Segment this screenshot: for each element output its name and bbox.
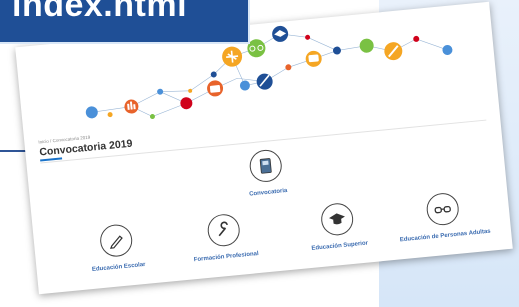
item-label: Educación de Personas Adultas (399, 228, 491, 244)
item-label: Educación Superior (311, 240, 369, 252)
item-formacion-profesional[interactable]: Formación Profesional (172, 210, 276, 266)
graduation-cap-icon (319, 201, 355, 237)
item-label: Formación Profesional (193, 251, 259, 264)
wrench-icon (206, 212, 242, 248)
banner-title: index.html (12, 0, 188, 24)
item-label: Convocatoria (248, 187, 288, 198)
item-label: Educación Escolar (91, 261, 146, 274)
item-educacion-escolar[interactable]: Educación Escolar (73, 221, 161, 276)
item-convocatoria[interactable]: Convocatoria (226, 146, 306, 200)
book-icon (248, 148, 284, 184)
title-banner: index.html (0, 0, 250, 44)
pencil-icon (98, 223, 134, 259)
item-educacion-superior[interactable]: Educación Superior (288, 199, 388, 255)
website-screenshot: Inicio / Convocatoria 2019 Convocatoria … (15, 1, 513, 295)
item-educacion-personas-adultas[interactable]: Educación de Personas Adultas (391, 188, 495, 244)
glasses-icon (425, 191, 461, 227)
